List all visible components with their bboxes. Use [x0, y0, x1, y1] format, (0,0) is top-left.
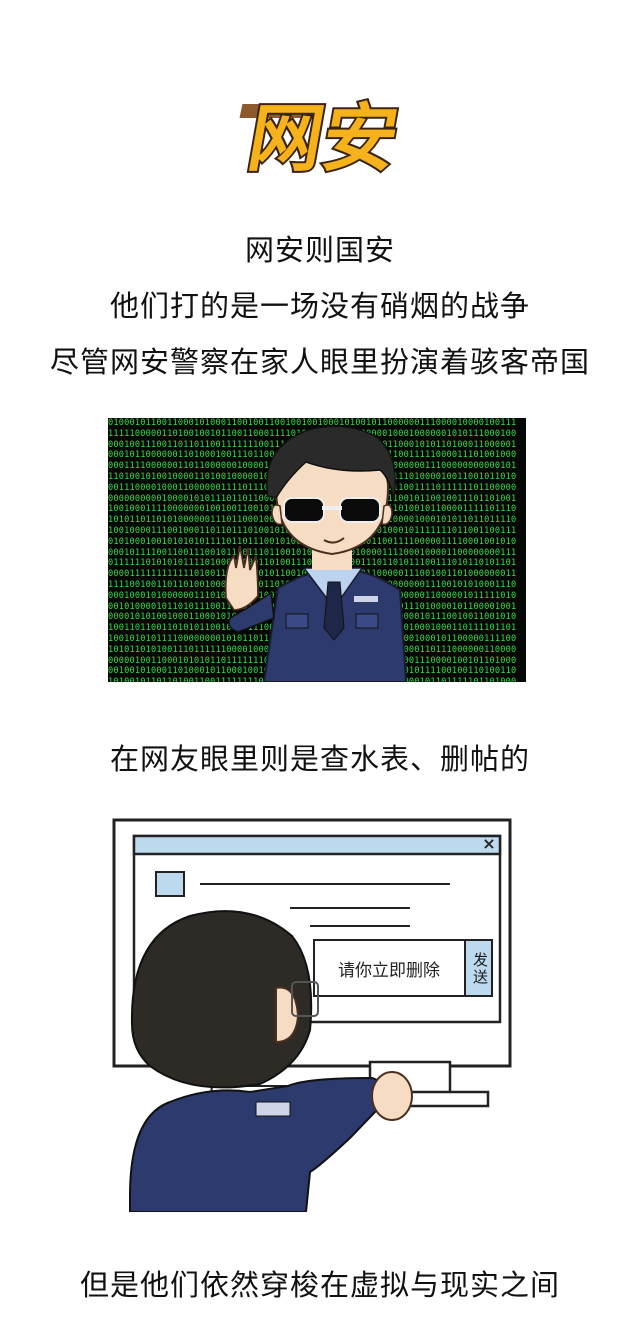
delete-request-message: 请你立即删除 — [338, 961, 440, 981]
computer-officer-illustration: × 请你立即删除 发送 — [110, 816, 530, 1212]
officer-in-sunglasses — [224, 425, 408, 682]
intro-line: 他们打的是一场没有硝烟的战争 — [109, 289, 530, 323]
matrix-officer-illustration: 0100010110011000101000110010011001001001… — [108, 418, 526, 682]
intro-line: 尽管网安警察在家人眼里扮演着骇客帝国 — [49, 345, 590, 379]
title-banner: 网安 — [0, 78, 640, 188]
window-title-bar — [132, 834, 502, 856]
caption-virtual-reality: 但是他们依然穿梭在虚拟与现实之间 — [79, 1268, 560, 1302]
intro-line: 网安则国安 — [244, 233, 395, 267]
intro-text: 网安则国安 他们打的是一场没有硝烟的战争 尽管网安警察在家人眼里扮演着骇客帝国 — [0, 222, 640, 390]
caption-netizen-view: 在网友眼里则是查水表、删帖的 — [109, 742, 530, 776]
close-icon[interactable]: × — [482, 836, 496, 852]
send-button[interactable]: 发送 — [467, 941, 489, 997]
title-text: 网安 — [242, 96, 405, 182]
